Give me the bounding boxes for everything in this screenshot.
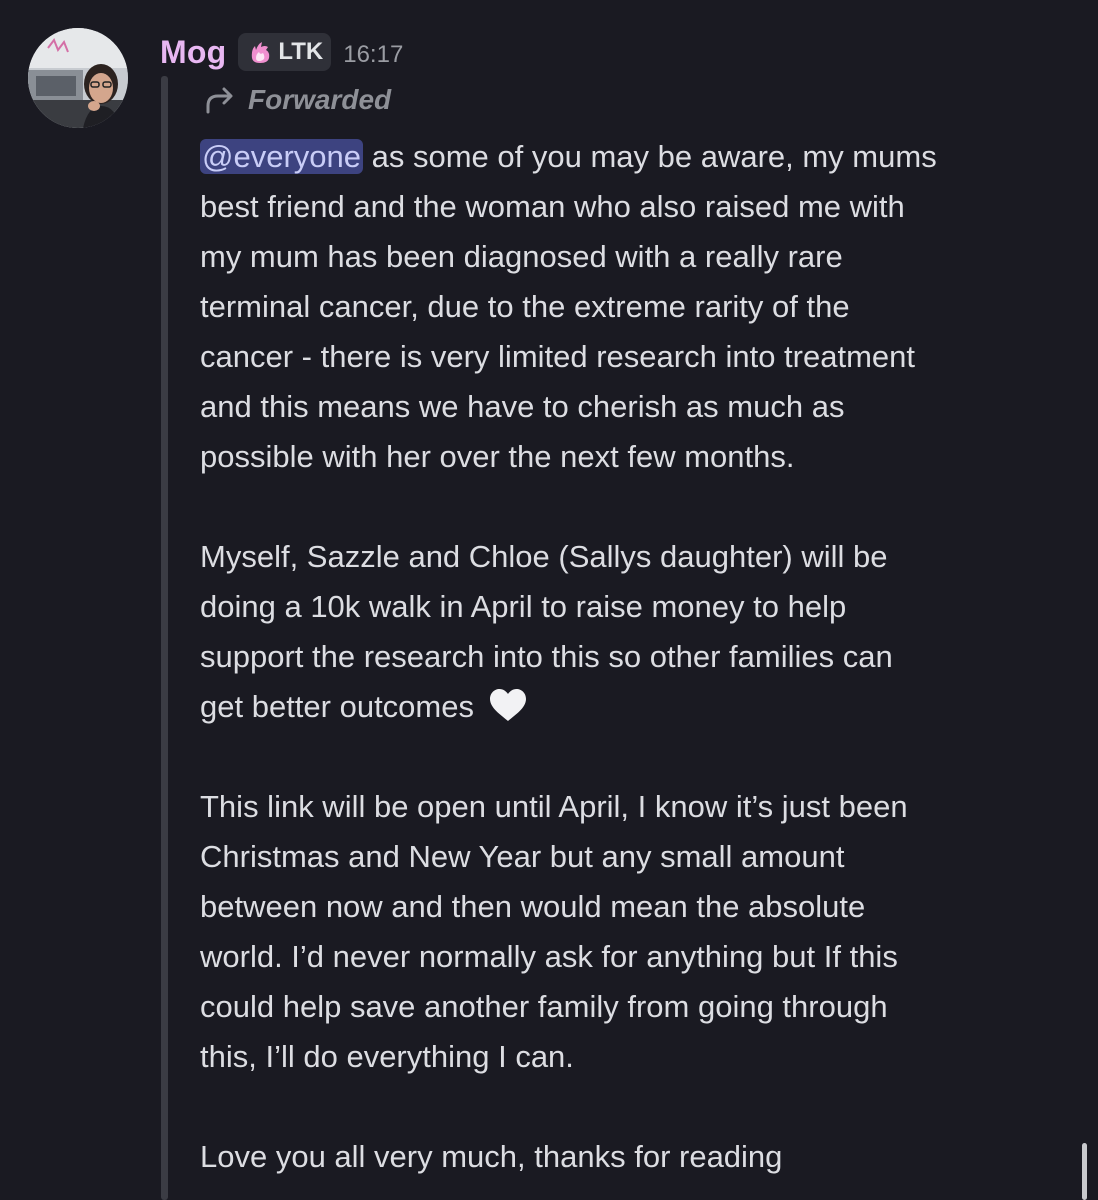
username[interactable]: Mog xyxy=(160,34,226,71)
text-span: as some of you may be aware, my mums xyxy=(363,139,937,174)
message-header: Mog LTK 16:17 xyxy=(160,30,403,74)
forward-quote-bar xyxy=(161,76,168,1200)
avatar[interactable] xyxy=(28,28,128,128)
text-line: Love you all very much, thanks for readi… xyxy=(200,1139,783,1174)
white-heart-icon xyxy=(489,689,526,721)
avatar-photo-icon xyxy=(28,28,128,128)
text-line: This link will be open until April, I kn… xyxy=(200,789,908,824)
timestamp[interactable]: 16:17 xyxy=(343,41,403,69)
text-line: @everyone as some of you may be aware, m… xyxy=(200,132,1060,182)
text-line: Christmas and New Year but any small amo… xyxy=(200,839,845,874)
forwarded-indicator: Forwarded xyxy=(202,78,391,122)
text-line: could help save another family from goin… xyxy=(200,989,888,1024)
text-line: possible with her over the next few mont… xyxy=(200,439,795,474)
scrollbar-thumb[interactable] xyxy=(1082,1143,1087,1200)
text-line: get better outcomes xyxy=(200,682,1060,732)
text-span: get better outcomes xyxy=(200,689,474,724)
forward-arrow-icon xyxy=(206,87,233,114)
text-line: terminal cancer, due to the extreme rari… xyxy=(200,289,850,324)
text-line: this, I’ll do everything I can. xyxy=(200,1039,574,1074)
text-line: doing a 10k walk in April to raise money… xyxy=(200,589,847,624)
message-content: @everyone as some of you may be aware, m… xyxy=(200,132,1060,1182)
server-tag[interactable]: LTK xyxy=(238,33,332,71)
text-line: and this means we have to cherish as muc… xyxy=(200,389,845,424)
text-line: best friend and the woman who also raise… xyxy=(200,189,905,224)
forwarded-label: Forwarded xyxy=(248,84,392,115)
text-line: my mum has been diagnosed with a really … xyxy=(200,239,843,274)
everyone-mention[interactable]: @everyone xyxy=(200,139,363,174)
pink-flame-icon xyxy=(252,42,270,63)
text-line: support the research into this so other … xyxy=(200,639,893,674)
text-line: world. I’d never normally ask for anythi… xyxy=(200,939,898,974)
tag-label: LTK xyxy=(278,38,324,65)
forwarded-message: Mog LTK 16:17 Forwarded @everyone as som… xyxy=(0,0,1098,1200)
text-line: cancer - there is very limited research … xyxy=(200,339,915,374)
text-line: between now and then would mean the abso… xyxy=(200,889,866,924)
text-line: Myself, Sazzle and Chloe (Sallys daughte… xyxy=(200,539,888,574)
